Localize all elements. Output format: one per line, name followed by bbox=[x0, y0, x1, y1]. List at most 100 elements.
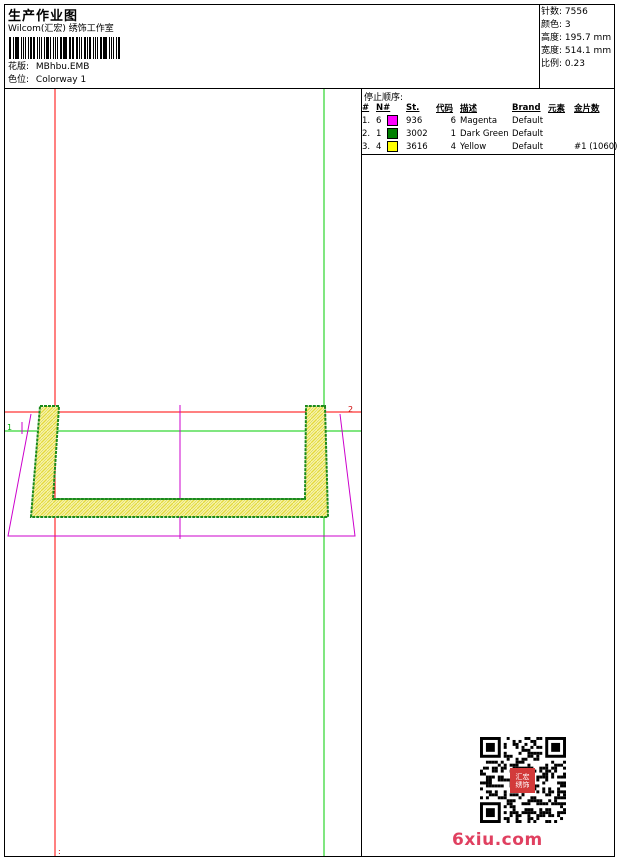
barcode-bar bbox=[40, 37, 43, 59]
row-code: 6 bbox=[450, 115, 456, 126]
barcode-bar bbox=[73, 37, 75, 59]
row-index: 1. bbox=[362, 115, 371, 126]
barcode-bar bbox=[116, 37, 118, 59]
stats-divider bbox=[539, 4, 540, 88]
stat-stitches: 针数: 7556 bbox=[541, 7, 588, 17]
barcode-bar bbox=[62, 37, 64, 59]
barcode-bar bbox=[38, 37, 40, 59]
row-stitches: 3002 bbox=[406, 128, 428, 139]
barcode-bar bbox=[97, 37, 98, 59]
barcode-bar bbox=[83, 37, 87, 59]
row-index: 2. bbox=[362, 128, 371, 139]
design-file: MBhbu.EMB bbox=[35, 62, 90, 72]
stop-table-divider bbox=[361, 154, 615, 155]
barcode-bar bbox=[118, 37, 120, 59]
barcode-image bbox=[9, 37, 121, 59]
row-description: Dark Green bbox=[460, 128, 509, 139]
barcode-bar bbox=[46, 37, 49, 59]
page-title: 生产作业图 bbox=[8, 9, 79, 24]
panel-divider bbox=[361, 88, 362, 857]
barcode-bar bbox=[87, 37, 88, 59]
barcode-bar bbox=[16, 37, 19, 59]
barcode-bar bbox=[44, 37, 46, 59]
stat-scale: 比例: 0.23 bbox=[541, 59, 585, 69]
stop-row: 1. 6 936 6 Magenta Default bbox=[362, 114, 618, 127]
col-sequins: 金片数 bbox=[574, 103, 600, 114]
seal-text: 汇宏绣饰 bbox=[515, 772, 530, 789]
row-needle: 4 bbox=[376, 140, 406, 153]
design-row: 花版: MBhbu.EMB bbox=[8, 62, 89, 73]
barcode-bar bbox=[57, 37, 58, 59]
col-needle: N# bbox=[376, 102, 391, 113]
row-brand: Default bbox=[512, 128, 544, 139]
barcode-bar bbox=[88, 37, 91, 59]
barcode-bar bbox=[78, 37, 80, 59]
barcode-bar bbox=[76, 37, 78, 59]
design-canvas: 1 2 : bbox=[5, 89, 361, 856]
barcode-bar bbox=[52, 37, 55, 59]
row-index: 3. bbox=[362, 141, 371, 152]
barcode-bar bbox=[71, 37, 73, 59]
barcode-bar bbox=[92, 37, 95, 59]
barcode-bar bbox=[49, 37, 51, 59]
design-label: 花版: bbox=[8, 62, 30, 72]
barcode-bar bbox=[14, 37, 16, 59]
barcode-bar bbox=[108, 37, 110, 59]
row-brand: Default bbox=[512, 141, 544, 152]
barcode-bar bbox=[110, 37, 112, 59]
barcode-bar bbox=[80, 37, 82, 59]
studio-name: Wilcom(汇宏) 绣饰工作室 bbox=[8, 24, 114, 34]
barcode-bar bbox=[9, 37, 11, 59]
row-sequins bbox=[574, 127, 618, 140]
row-brand: Default bbox=[512, 115, 544, 126]
marker-2: 2 bbox=[348, 405, 353, 414]
site-logo: 6xiu.com bbox=[452, 830, 543, 850]
row-sequins: #1 (1060) bbox=[574, 141, 618, 152]
stop-row: 3. 4 3616 4 Yellow Default #1 (1060) bbox=[362, 140, 618, 153]
stop-row: 2. 1 3002 1 Dark Green Default bbox=[362, 127, 618, 140]
col-brand: Brand bbox=[512, 102, 541, 113]
stop-table-header: # N# St. 代码 描述 Brand 元素 金片数 bbox=[362, 101, 618, 114]
barcode-bar bbox=[22, 37, 25, 59]
thread-color-swatch bbox=[387, 141, 399, 152]
marker-bottom: : bbox=[58, 847, 61, 856]
barcode-bar bbox=[32, 37, 36, 59]
barcode-bar bbox=[112, 37, 115, 59]
barcode-bar bbox=[59, 37, 62, 59]
barcode-bar bbox=[64, 37, 67, 59]
row-element bbox=[548, 114, 574, 127]
thread-color-swatch bbox=[387, 115, 399, 126]
row-needle: 6 bbox=[376, 114, 406, 127]
stat-height: 高度: 195.7 mm bbox=[541, 33, 612, 43]
barcode-bar bbox=[55, 37, 57, 59]
col-description: 描述 bbox=[460, 103, 478, 114]
design-stats: 针数: 7556 颜色: 3 高度: 195.7 mm 宽度: 514.1 mm… bbox=[541, 6, 611, 71]
row-sequins bbox=[574, 114, 618, 127]
row-description: Magenta bbox=[460, 115, 498, 126]
colorway-label: 色位: bbox=[8, 75, 30, 85]
row-stitches: 936 bbox=[406, 115, 423, 126]
colorway-name: Colorway 1 bbox=[35, 75, 87, 85]
stat-width: 宽度: 514.1 mm bbox=[541, 46, 612, 56]
barcode-bar bbox=[102, 37, 104, 59]
barcode-bar bbox=[104, 37, 107, 59]
barcode-bar bbox=[99, 37, 102, 59]
row-needle: 1 bbox=[376, 127, 406, 140]
barcode-bar bbox=[29, 37, 32, 59]
marker-1: 1 bbox=[7, 423, 12, 432]
stop-sequence-table: # N# St. 代码 描述 Brand 元素 金片数 1. 6 936 6 Magen… bbox=[362, 101, 618, 153]
barcode-bar bbox=[95, 37, 97, 59]
col-code: 代码 bbox=[436, 103, 454, 114]
row-stitches: 3616 bbox=[406, 141, 428, 152]
barcode-bar bbox=[20, 37, 22, 59]
col-index: # bbox=[362, 102, 370, 113]
thread-color-swatch bbox=[387, 128, 399, 139]
barcode-bar bbox=[28, 37, 29, 59]
colorway-row: 色位: Colorway 1 bbox=[8, 75, 86, 86]
barcode-bar bbox=[12, 37, 14, 59]
row-element bbox=[548, 140, 574, 153]
row-code: 1 bbox=[450, 128, 456, 139]
row-code: 4 bbox=[450, 141, 456, 152]
row-element bbox=[548, 127, 574, 140]
barcode-bar bbox=[68, 37, 71, 59]
